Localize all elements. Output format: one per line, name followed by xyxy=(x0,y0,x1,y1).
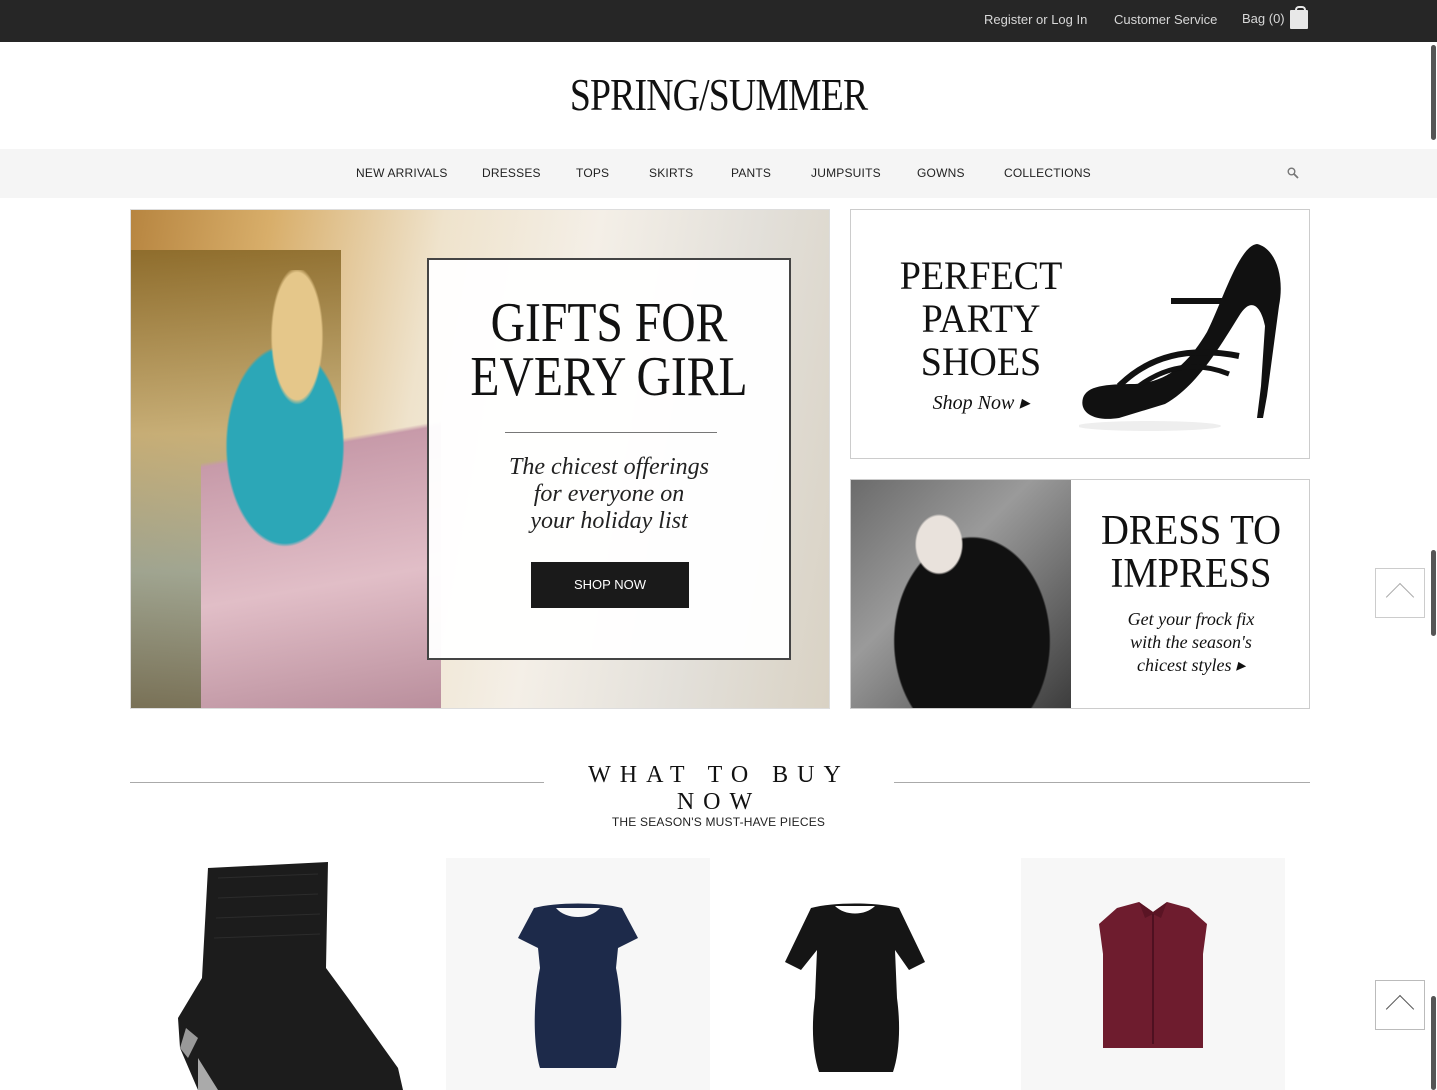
scroll-top-button[interactable] xyxy=(1375,568,1425,618)
burgundy-top-image xyxy=(1099,902,1207,1048)
hero-subtitle-line-1: The chicest offerings xyxy=(509,454,709,480)
dress-promo-sub-line-3: chicest styles ▸ xyxy=(1137,655,1245,675)
party-shoes-title-line-2: PARTY xyxy=(921,296,1041,341)
main-nav: NEW ARRIVALS DRESSES TOPS SKIRTS PANTS J… xyxy=(0,149,1437,198)
party-shoes-title: PERFECT PARTY SHOES xyxy=(886,254,1076,383)
hero-title-line-2: EVERY GIRL xyxy=(470,346,748,408)
scrollbar-thumb[interactable] xyxy=(1431,996,1436,1090)
product-card-burgundy-top[interactable] xyxy=(1021,858,1285,1090)
product-card-black-dress[interactable] xyxy=(733,858,997,1090)
section-subtitle: THE SEASON'S MUST-HAVE PIECES xyxy=(611,815,826,829)
bag-link[interactable]: Bag (0) xyxy=(1242,11,1285,26)
dress-promo-model-image xyxy=(851,480,1071,708)
nav-item-new-arrivals[interactable]: NEW ARRIVALS xyxy=(356,166,448,180)
hero-banner[interactable]: GIFTS FOR EVERY GIRL The chicest offerin… xyxy=(130,209,830,709)
customer-service-link[interactable]: Customer Service xyxy=(1114,12,1217,27)
hero-subtitle-line-2: for everyone on xyxy=(533,481,685,507)
nav-item-tops[interactable]: TOPS xyxy=(576,166,609,180)
product-card-navy-dress[interactable] xyxy=(446,858,710,1090)
dress-to-impress-promo[interactable]: DRESS TO IMPRESS Get your frock fix with… xyxy=(850,479,1310,709)
top-utility-bar: Register or Log In Customer Service Bag … xyxy=(0,0,1437,42)
section-rule-left xyxy=(130,782,544,783)
hero-subtitle: The chicest offerings for everyone on yo… xyxy=(429,454,789,535)
chevron-up-icon xyxy=(1385,994,1415,1024)
dress-promo-title: DRESS TO IMPRESS xyxy=(1090,510,1292,596)
scrollbar-thumb[interactable] xyxy=(1431,45,1436,140)
gloves-image xyxy=(178,862,403,1090)
search-icon[interactable] xyxy=(1287,167,1299,179)
shopping-bag-icon[interactable] xyxy=(1290,6,1308,29)
dress-promo-subtitle[interactable]: Get your frock fix with the season's chi… xyxy=(1081,608,1301,677)
shop-now-link[interactable]: Shop Now ▸ xyxy=(881,390,1081,415)
dress-promo-sub-line-1: Get your frock fix xyxy=(1127,609,1255,629)
hero-text-card: GIFTS FOR EVERY GIRL The chicest offerin… xyxy=(427,258,791,660)
hero-title-line-1: GIFTS FOR xyxy=(490,292,728,354)
nav-item-pants[interactable]: PANTS xyxy=(731,166,771,180)
party-shoes-title-line-3: SHOES xyxy=(920,339,1042,384)
section-rule-right xyxy=(894,782,1310,783)
hero-divider xyxy=(505,432,717,433)
scrollbar-thumb[interactable] xyxy=(1431,550,1436,636)
nav-item-dresses[interactable]: DRESSES xyxy=(482,166,541,180)
navy-dress-image xyxy=(518,903,638,1068)
hero-model-image xyxy=(201,270,441,708)
product-card-gloves[interactable] xyxy=(158,858,422,1090)
dress-promo-title-line-2: IMPRESS xyxy=(1110,551,1272,597)
nav-item-gowns[interactable]: GOWNS xyxy=(917,166,965,180)
hero-subtitle-line-3: your holiday list xyxy=(530,508,688,534)
hero-title: GIFTS FOR EVERY GIRL xyxy=(456,292,762,408)
party-shoes-promo[interactable]: PERFECT PARTY SHOES Shop Now ▸ xyxy=(850,209,1310,459)
black-dress-image xyxy=(785,903,925,1072)
nav-item-jumpsuits[interactable]: JUMPSUITS xyxy=(811,166,881,180)
nav-item-skirts[interactable]: SKIRTS xyxy=(649,166,693,180)
nav-item-collections[interactable]: COLLECTIONS xyxy=(1004,166,1091,180)
dress-promo-title-line-1: DRESS TO xyxy=(1100,508,1282,554)
shop-now-button[interactable]: SHOP NOW xyxy=(531,562,689,608)
chevron-up-icon xyxy=(1385,582,1415,612)
dress-promo-sub-line-2: with the season's xyxy=(1130,632,1252,652)
party-shoes-title-line-1: PERFECT xyxy=(899,253,1063,298)
high-heel-sandal-image xyxy=(1079,244,1281,431)
section-title: WHAT TO BUY NOW xyxy=(588,762,850,815)
register-login-link[interactable]: Register or Log In xyxy=(984,12,1087,27)
back-to-top-button[interactable] xyxy=(1375,980,1425,1030)
site-logo[interactable]: SPRING/SUMMER xyxy=(129,68,1307,121)
